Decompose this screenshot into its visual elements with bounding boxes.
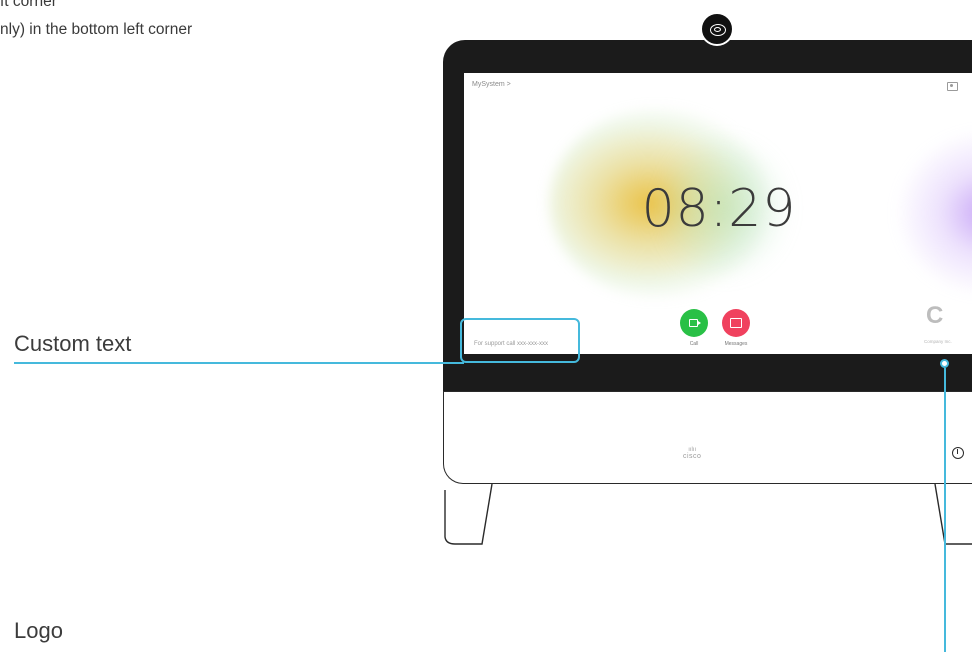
custom-text-highlight	[460, 318, 580, 363]
logo-callout-dot	[940, 359, 949, 368]
stand-left-leg	[444, 483, 493, 545]
logo-callout-line	[944, 368, 946, 652]
stand-right-leg	[934, 483, 972, 545]
custom-text-callout-line	[14, 362, 464, 364]
